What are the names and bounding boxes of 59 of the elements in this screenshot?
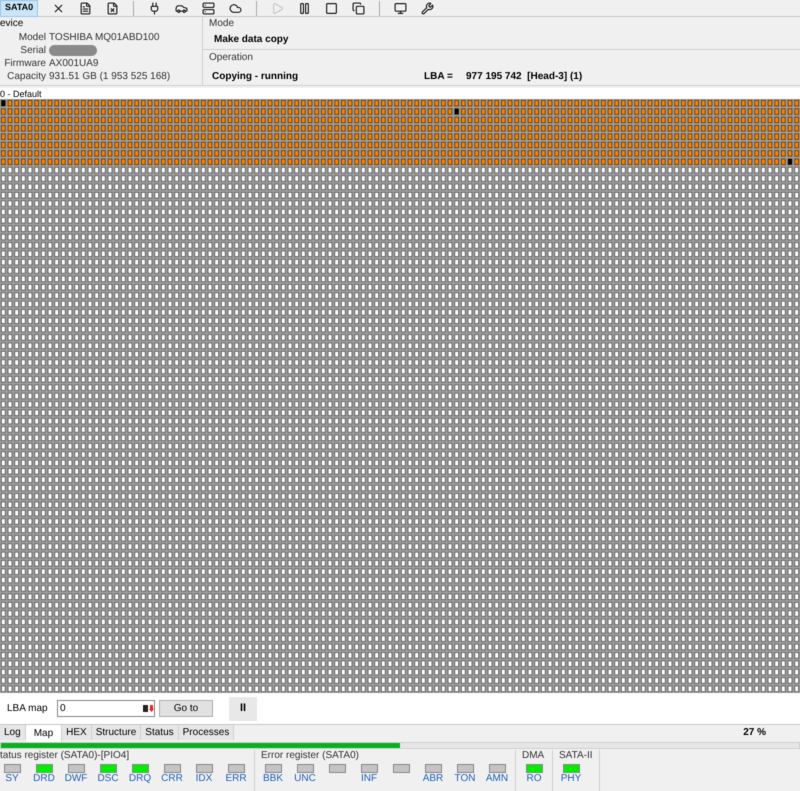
- port-button[interactable]: SATA0: [0, 0, 38, 16]
- document-icon[interactable]: [79, 2, 92, 14]
- field-label: Firmware: [3, 57, 46, 70]
- register-title: Error register (SATA0): [261, 750, 360, 762]
- led-label: UNC: [294, 773, 316, 785]
- led-label: PHY: [560, 773, 582, 785]
- led-label: DWF: [64, 773, 88, 785]
- map-title: 0 - Default: [0, 88, 42, 98]
- tab[interactable]: HEX: [62, 725, 92, 740]
- led-label: CRR: [161, 773, 183, 785]
- tab[interactable]: Processes: [178, 725, 234, 740]
- close-icon[interactable]: [52, 2, 66, 14]
- lba-value: 977 195 742 [Head-3] (1): [466, 70, 582, 84]
- field-value: AX001UA9: [49, 57, 100, 70]
- document-x-icon[interactable]: [106, 2, 120, 14]
- led-label: TON: [454, 773, 476, 785]
- server-icon[interactable]: [202, 2, 216, 14]
- led-label: INF: [360, 773, 378, 785]
- tab[interactable]: Map: [26, 725, 62, 742]
- operation-value: Copying - running: [212, 70, 300, 84]
- led-label: SY: [5, 773, 19, 785]
- field-label: Serial: [19, 44, 46, 57]
- stop-icon[interactable]: [325, 2, 338, 14]
- panel-title: Mode: [209, 18, 236, 30]
- lba-label: LBA =: [424, 70, 454, 84]
- cloud-icon[interactable]: [229, 2, 242, 14]
- led-label: IDX: [196, 773, 212, 785]
- copy-icon[interactable]: [352, 2, 366, 14]
- panel-title: Operation: [209, 52, 254, 64]
- plug-icon[interactable]: [148, 2, 162, 14]
- tab[interactable]: Log: [0, 725, 26, 740]
- field-label: Capacity: [6, 70, 46, 83]
- led-label: AMN: [486, 773, 508, 785]
- field-value: TOSHIBA MQ01ABD100: [49, 31, 160, 44]
- led-label: ERR: [225, 773, 247, 785]
- tab[interactable]: Status: [141, 725, 179, 740]
- led-label: DRD: [33, 773, 55, 785]
- lba-input-field[interactable]: 0: [57, 700, 155, 717]
- goto-button[interactable]: Go to: [159, 700, 213, 717]
- led-label: DRQ: [128, 773, 152, 785]
- monitor-icon[interactable]: [394, 2, 408, 14]
- led-label: RO: [526, 773, 542, 785]
- progress-percent: 27 %: [743, 726, 766, 740]
- panel-title: evice: [0, 18, 24, 30]
- field-label: Model: [18, 31, 46, 44]
- register-title: DMA: [522, 750, 546, 762]
- register-title: tatus register (SATA0)-[PIO4]: [0, 750, 130, 762]
- pause-button[interactable]: II: [229, 696, 257, 720]
- field-value: 931.51 GB (1 953 525 168): [49, 70, 172, 83]
- tab[interactable]: Structure: [92, 725, 142, 740]
- register-title: SATA-II: [559, 750, 593, 762]
- led-label: DSC: [97, 773, 119, 785]
- pause-icon[interactable]: [298, 2, 312, 14]
- led-label: ABR: [422, 773, 444, 785]
- dropdown-arrow-icon: [143, 704, 154, 713]
- lba-map-label: LBA map: [7, 702, 49, 716]
- mode-value: Make data copy: [214, 34, 290, 46]
- wrench-icon[interactable]: [421, 2, 434, 14]
- led-label: BBK: [262, 773, 283, 785]
